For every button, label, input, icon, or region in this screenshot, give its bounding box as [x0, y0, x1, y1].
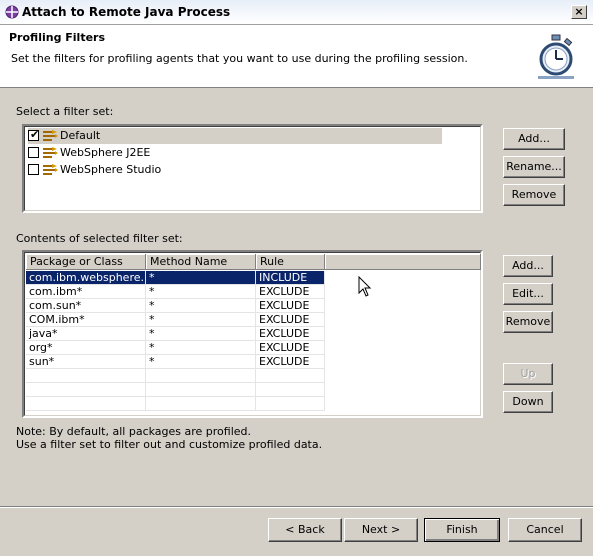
note-line-1: Note: By default, all packages are profi…	[16, 425, 252, 438]
cell-package: com.ibm.websphere.....	[26, 271, 146, 285]
mouse-cursor-icon	[358, 276, 372, 297]
remove-filter-set-button[interactable]: Remove	[503, 184, 565, 206]
cell-method: *	[146, 313, 256, 327]
footer-separator	[0, 506, 593, 508]
cell-rule: EXCLUDE	[256, 327, 325, 341]
cell-package: com.ibm*	[26, 285, 146, 299]
column-header-package[interactable]: Package or Class	[26, 254, 146, 270]
next-label: Next >	[361, 523, 401, 536]
filter-icon	[43, 164, 58, 175]
cell-rule: EXCLUDE	[256, 341, 325, 355]
filter-set-label-text: Default	[60, 129, 101, 142]
rename-filter-set-button[interactable]: Rename...	[503, 156, 565, 178]
table-row[interactable]: java* * EXCLUDE	[26, 327, 481, 341]
filter-icon	[43, 130, 58, 141]
stopwatch-icon	[538, 34, 574, 79]
cell-package: COM.ibm*	[26, 313, 146, 327]
cell-method: *	[146, 355, 256, 369]
filter-set-checkbox[interactable]: ✔	[28, 128, 40, 141]
cell-rule: EXCLUDE	[256, 313, 325, 327]
move-down-label: Down	[512, 395, 544, 408]
cell-rule: EXCLUDE	[256, 285, 325, 299]
filter-set-label: Select a filter set:	[16, 105, 114, 118]
cell-package: org*	[26, 341, 146, 355]
table-row[interactable]: com.ibm* * EXCLUDE	[26, 285, 481, 299]
add-filter-button[interactable]: Add...	[503, 255, 553, 277]
table-row[interactable]: com.sun* * EXCLUDE	[26, 299, 481, 313]
filter-set-checkbox[interactable]	[28, 147, 39, 158]
add-filter-set-button[interactable]: Add...	[503, 128, 565, 150]
remove-filter-set-label: Remove	[511, 188, 557, 201]
filter-set-checkbox[interactable]	[28, 164, 39, 175]
table-row[interactable]: sun* * EXCLUDE	[26, 355, 481, 369]
filter-set-item-websphere-j2ee[interactable]: WebSphere J2EE	[28, 145, 442, 161]
filter-set-label-text: WebSphere J2EE	[60, 146, 151, 159]
remove-filter-button[interactable]: Remove	[503, 311, 553, 333]
cell-rule: INCLUDE	[256, 271, 325, 285]
cell-package: com.sun*	[26, 299, 146, 313]
page-title: Profiling Filters	[9, 31, 106, 44]
filter-set-item-default[interactable]: ✔ Default	[28, 128, 442, 144]
eclipse-profile-icon	[5, 5, 19, 19]
checkmark-icon: ✔	[30, 128, 40, 141]
move-up-button[interactable]: Up	[503, 363, 553, 385]
back-label: < Back	[285, 523, 325, 536]
add-filter-set-label: Add...	[518, 132, 550, 145]
edit-filter-button[interactable]: Edit...	[503, 283, 553, 305]
cell-rule: EXCLUDE	[256, 355, 325, 369]
column-header-method[interactable]: Method Name	[146, 254, 256, 270]
column-header-filler	[325, 254, 481, 270]
cell-method: *	[146, 271, 256, 285]
title-bar: Attach to Remote Java Process ×	[0, 0, 593, 25]
cell-method: *	[146, 285, 256, 299]
filter-icon	[43, 147, 58, 158]
rename-filter-set-label: Rename...	[506, 160, 562, 173]
empty-row	[26, 383, 481, 397]
filter-set-item-websphere-studio[interactable]: WebSphere Studio	[28, 162, 442, 178]
table-row[interactable]: com.ibm.websphere..... * INCLUDE	[26, 271, 481, 285]
move-down-button[interactable]: Down	[503, 391, 553, 413]
cell-package: sun*	[26, 355, 146, 369]
finish-button[interactable]: Finish	[424, 518, 500, 542]
filter-table[interactable]: Package or Class Method Name Rule com.ib…	[22, 250, 483, 418]
filter-set-list[interactable]: ✔ Default WebSphere J2EE WebSphere Studi…	[22, 124, 483, 213]
table-row[interactable]: COM.ibm* * EXCLUDE	[26, 313, 481, 327]
table-row[interactable]: org* * EXCLUDE	[26, 341, 481, 355]
cell-method: *	[146, 299, 256, 313]
close-button[interactable]: ×	[571, 5, 587, 19]
page-description: Set the filters for profiling agents tha…	[11, 52, 468, 65]
cell-rule: EXCLUDE	[256, 299, 325, 313]
remove-filter-label: Remove	[505, 315, 551, 328]
column-header-rule[interactable]: Rule	[256, 254, 325, 270]
move-up-label: Up	[520, 367, 536, 380]
edit-filter-label: Edit...	[512, 287, 544, 300]
add-filter-label: Add...	[512, 259, 544, 272]
empty-row	[26, 397, 481, 411]
empty-row	[26, 369, 481, 383]
close-icon: ×	[574, 5, 584, 18]
back-button[interactable]: < Back	[268, 518, 342, 542]
next-button[interactable]: Next >	[344, 518, 418, 542]
cell-method: *	[146, 327, 256, 341]
filter-set-label-text: WebSphere Studio	[60, 163, 162, 176]
cancel-button[interactable]: Cancel	[508, 518, 582, 542]
contents-label: Contents of selected filter set:	[16, 232, 183, 245]
wizard-header: Profiling Filters Set the filters for pr…	[0, 25, 593, 88]
cancel-label: Cancel	[526, 523, 564, 536]
note-line-2: Use a filter set to filter out and custo…	[16, 438, 323, 451]
cell-package: java*	[26, 327, 146, 341]
cell-method: *	[146, 341, 256, 355]
finish-label: Finish	[446, 523, 478, 536]
window-title: Attach to Remote Java Process	[22, 5, 231, 19]
